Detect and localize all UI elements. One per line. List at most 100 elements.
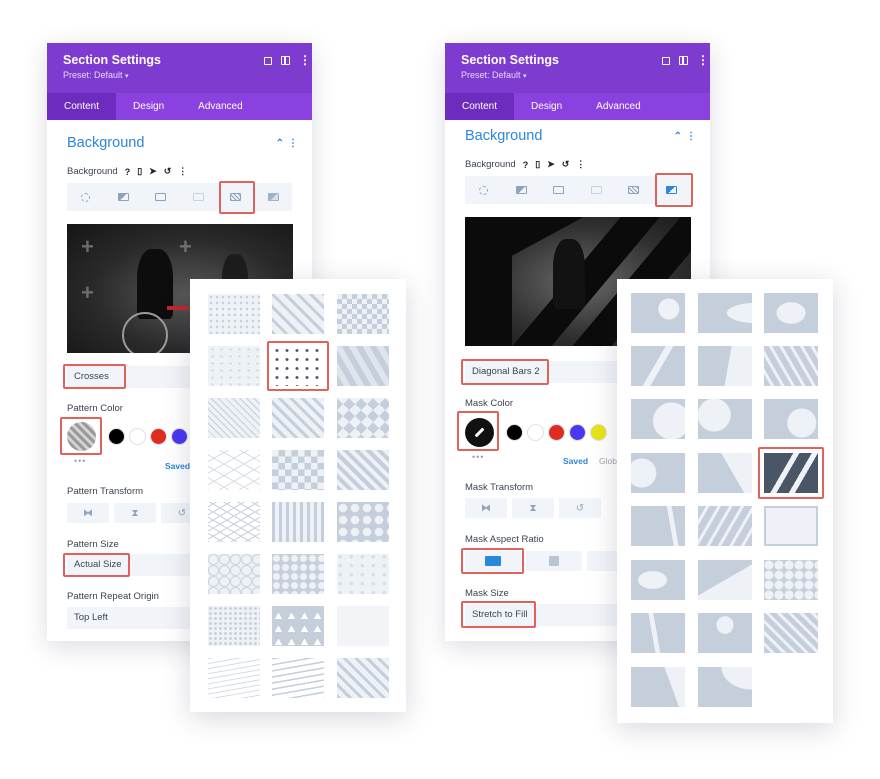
flip-horizontal-button[interactable]: ⧓ xyxy=(67,503,109,523)
mask-tile[interactable] xyxy=(698,560,752,600)
section-collapse-icon[interactable]: ⌃⋮ xyxy=(276,138,302,149)
swatch-white[interactable] xyxy=(129,428,146,445)
swatch-red[interactable] xyxy=(548,424,565,441)
sidebar-icon[interactable] xyxy=(281,56,290,65)
pattern-tile[interactable] xyxy=(337,658,389,698)
mask-tile[interactable] xyxy=(631,399,685,439)
pattern-tile[interactable] xyxy=(337,502,389,542)
cursor-icon[interactable]: ➤ xyxy=(149,166,157,177)
mobile-icon[interactable]: ▯ xyxy=(535,159,540,170)
bg-type-none[interactable] xyxy=(67,183,105,211)
saved-colors-tab[interactable]: Saved xyxy=(165,461,190,471)
pattern-tile[interactable] xyxy=(208,346,260,386)
mask-tile[interactable] xyxy=(631,453,685,493)
swatch-white[interactable] xyxy=(527,424,544,441)
background-section-title[interactable]: Background xyxy=(465,128,542,144)
mobile-icon[interactable]: ▯ xyxy=(137,166,142,177)
mask-tile[interactable] xyxy=(698,399,752,439)
tab-content[interactable]: Content xyxy=(445,93,515,120)
mask-tile[interactable] xyxy=(631,506,685,546)
more-options-icon[interactable]: ⋮ xyxy=(697,54,709,66)
swatch-red[interactable] xyxy=(150,428,167,445)
bg-type-video[interactable] xyxy=(578,176,616,204)
bg-type-gradient[interactable] xyxy=(105,183,143,211)
tab-design[interactable]: Design xyxy=(116,93,181,120)
tab-advanced[interactable]: Advanced xyxy=(181,93,259,120)
more-icon[interactable]: ⋮ xyxy=(576,159,585,170)
pattern-tile[interactable] xyxy=(272,502,324,542)
flip-vertical-button[interactable]: ⧗ xyxy=(512,498,554,518)
sidebar-icon[interactable] xyxy=(679,56,688,65)
pattern-tile[interactable] xyxy=(208,450,260,490)
bg-type-pattern[interactable] xyxy=(615,176,653,204)
mask-tile[interactable] xyxy=(698,506,752,546)
pattern-tile[interactable] xyxy=(272,398,324,438)
mask-tile[interactable] xyxy=(698,293,752,333)
undo-icon[interactable]: ↺ xyxy=(164,166,172,177)
flip-vertical-button[interactable]: ⧗ xyxy=(114,503,156,523)
pattern-tile[interactable] xyxy=(337,606,389,646)
pattern-tile[interactable] xyxy=(337,294,389,334)
mask-tile[interactable] xyxy=(698,667,752,707)
mask-tile[interactable] xyxy=(764,560,818,600)
mask-tile[interactable] xyxy=(631,613,685,653)
tab-advanced[interactable]: Advanced xyxy=(579,93,657,120)
pattern-tile[interactable] xyxy=(337,554,389,594)
more-icon[interactable]: ⋮ xyxy=(178,166,187,177)
pattern-tile[interactable] xyxy=(337,398,389,438)
background-section-title[interactable]: Background xyxy=(67,135,144,151)
pattern-tile[interactable] xyxy=(272,658,324,698)
bg-type-image[interactable] xyxy=(540,176,578,204)
bg-type-mask[interactable] xyxy=(255,183,293,211)
more-colors-icon[interactable]: ••• xyxy=(472,452,484,462)
bg-type-gradient[interactable] xyxy=(503,176,541,204)
preset-dropdown[interactable]: Preset: Default ▾ xyxy=(461,70,694,80)
help-icon[interactable]: ? xyxy=(125,167,131,177)
pattern-tile[interactable] xyxy=(272,606,324,646)
mask-tile[interactable] xyxy=(631,667,685,707)
tab-content[interactable]: Content xyxy=(47,93,117,120)
expand-icon[interactable] xyxy=(264,56,272,65)
bg-type-image[interactable] xyxy=(142,183,180,211)
mask-tile[interactable] xyxy=(631,293,685,333)
preset-dropdown[interactable]: Preset: Default ▾ xyxy=(63,70,296,80)
aspect-square-button[interactable] xyxy=(526,551,582,571)
pattern-tile[interactable] xyxy=(272,450,324,490)
mask-tile[interactable] xyxy=(764,346,818,386)
pattern-tile[interactable] xyxy=(208,606,260,646)
mask-tile[interactable] xyxy=(764,399,818,439)
bg-type-video[interactable] xyxy=(180,183,218,211)
mask-tile[interactable] xyxy=(764,506,818,546)
rotate-button[interactable]: ↺ xyxy=(559,498,601,518)
pattern-tile[interactable] xyxy=(208,294,260,334)
pattern-tile[interactable] xyxy=(272,294,324,334)
mask-tile[interactable] xyxy=(764,293,818,333)
mask-tile[interactable] xyxy=(698,453,752,493)
tab-design[interactable]: Design xyxy=(514,93,579,120)
mask-tile[interactable] xyxy=(631,346,685,386)
pattern-tile[interactable] xyxy=(208,502,260,542)
pattern-tile[interactable] xyxy=(337,450,389,490)
mask-tile[interactable] xyxy=(698,613,752,653)
section-collapse-icon[interactable]: ⌃⋮ xyxy=(674,131,700,142)
saved-colors-tab[interactable]: Saved xyxy=(563,456,588,466)
swatch-black[interactable] xyxy=(108,428,125,445)
more-colors-icon[interactable]: ••• xyxy=(74,456,86,466)
mask-tile[interactable] xyxy=(764,613,818,653)
more-options-icon[interactable]: ⋮ xyxy=(299,54,311,66)
pattern-tile[interactable] xyxy=(272,554,324,594)
pattern-tile[interactable] xyxy=(337,346,389,386)
pattern-tile[interactable] xyxy=(208,554,260,594)
undo-icon[interactable]: ↺ xyxy=(562,159,570,170)
mask-tile[interactable] xyxy=(698,346,752,386)
swatch-yellow[interactable] xyxy=(590,424,607,441)
bg-type-none[interactable] xyxy=(465,176,503,204)
pattern-tile[interactable] xyxy=(208,398,260,438)
pattern-tile[interactable] xyxy=(208,658,260,698)
flip-horizontal-button[interactable]: ⧓ xyxy=(465,498,507,518)
expand-icon[interactable] xyxy=(662,56,670,65)
help-icon[interactable]: ? xyxy=(523,160,529,170)
swatch-blue[interactable] xyxy=(171,428,188,445)
mask-tile[interactable] xyxy=(631,560,685,600)
global-colors-tab[interactable]: Glob xyxy=(599,456,617,466)
